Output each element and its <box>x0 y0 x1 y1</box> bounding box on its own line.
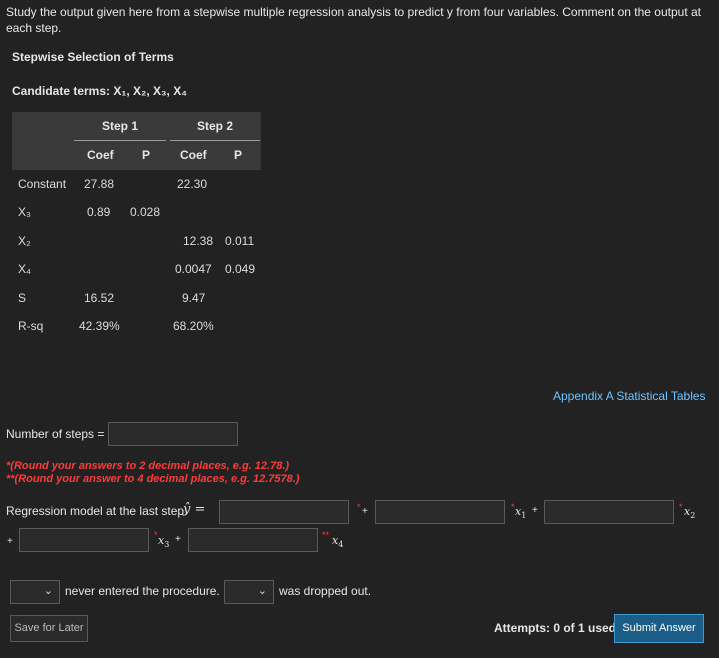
step2-coef: 68.20% <box>173 319 214 333</box>
x2-coef-input[interactable] <box>544 500 674 524</box>
step2-coef: 0.0047 <box>175 262 212 276</box>
step1-coef: 27.88 <box>84 177 115 191</box>
dropped-out-select[interactable]: ⌄ <box>224 580 274 604</box>
x1-coef-input[interactable] <box>375 500 505 524</box>
step2-coef: 9.47 <box>182 291 206 305</box>
step2-divider <box>170 140 260 141</box>
never-entered-select[interactable]: ⌄ <box>10 580 60 604</box>
x3-coef-input[interactable] <box>19 528 149 552</box>
step2-coef: 12.38 <box>183 234 214 248</box>
dropped-out-label: was dropped out. <box>279 584 372 598</box>
steps-label: Number of steps = <box>6 427 105 441</box>
x3-star: * <box>154 530 158 540</box>
x1-variable: x1 <box>515 505 527 521</box>
intercept-star: * <box>357 502 361 512</box>
step1-header: Step 1 <box>102 119 139 133</box>
submit-answer-button[interactable]: Submit Answer <box>614 614 704 643</box>
row-label: X₂ <box>18 234 31 248</box>
x4-coef-input[interactable] <box>188 528 318 552</box>
x4-star: ** <box>322 530 330 540</box>
plus-sign: + <box>7 536 13 547</box>
y-hat-symbol: ŷ = <box>183 502 206 517</box>
row-label: R-sq <box>18 319 44 333</box>
intercept-input[interactable] <box>219 500 349 524</box>
question-prompt: Study the output given here from a stepw… <box>6 5 702 35</box>
x3-variable: x3 <box>158 534 170 550</box>
step1-p-header: P <box>142 148 151 162</box>
row-label: S <box>18 291 27 305</box>
plus-sign: + <box>175 534 181 545</box>
x1-star: * <box>511 502 515 512</box>
row-label: X₄ <box>18 262 31 276</box>
plus-sign: + <box>532 505 538 516</box>
rounding-note-2dp: *(Round your answers to 2 decimal places… <box>6 460 290 472</box>
step1-coef: 16.52 <box>84 291 115 305</box>
steps-input[interactable] <box>108 422 238 446</box>
attempts-counter: Attempts: 0 of 1 used <box>494 621 617 635</box>
step2-p: 0.049 <box>225 262 256 276</box>
x2-variable: x2 <box>684 505 696 521</box>
step1-coef: 42.39% <box>79 319 120 333</box>
chevron-down-icon: ⌄ <box>257 585 267 597</box>
table-header: Step 1 Step 2 Coef P Coef P <box>12 112 261 170</box>
x2-star: * <box>679 502 683 512</box>
section-title: Stepwise Selection of Terms <box>12 50 174 64</box>
step1-p: 0.028 <box>130 205 161 219</box>
step2-p-header: P <box>234 148 243 162</box>
appendix-link[interactable]: Appendix A Statistical Tables <box>553 389 706 403</box>
save-for-later-button[interactable]: Save for Later <box>10 615 88 642</box>
row-label: X₃ <box>18 205 31 219</box>
plus-sign: + <box>362 506 368 517</box>
step2-coef-header: Coef <box>180 148 207 162</box>
chevron-down-icon: ⌄ <box>43 585 53 597</box>
candidate-terms: Candidate terms: X₁, X₂, X₃, X₄ <box>12 84 187 98</box>
step2-coef: 22.30 <box>177 177 208 191</box>
x4-variable: x4 <box>332 534 344 550</box>
model-label: Regression model at the last step: <box>6 504 188 518</box>
rounding-note-4dp: **(Round your answer to 4 decimal places… <box>6 473 300 485</box>
step1-coef: 0.89 <box>87 205 111 219</box>
row-label: Constant <box>18 177 67 191</box>
step1-divider <box>74 140 166 141</box>
step2-p: 0.011 <box>225 234 255 248</box>
step1-coef-header: Coef <box>87 148 114 162</box>
never-entered-label: never entered the procedure. <box>65 584 220 598</box>
step2-header: Step 2 <box>197 119 234 133</box>
